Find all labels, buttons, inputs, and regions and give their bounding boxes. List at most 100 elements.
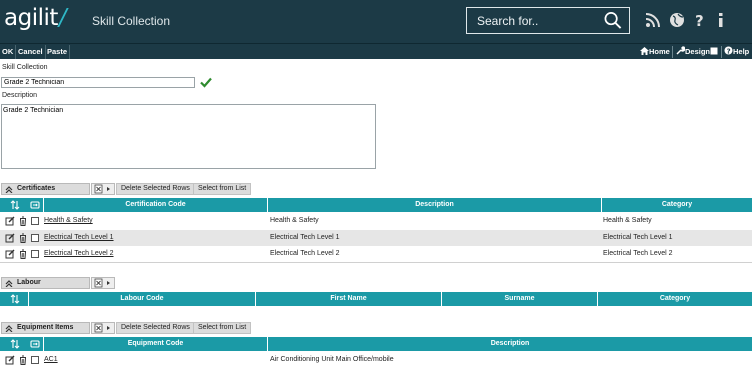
collapse-icon <box>5 280 13 287</box>
help-label: Help <box>733 47 750 56</box>
paste-button[interactable]: Paste <box>45 45 71 59</box>
category-cell: Electrical Tech Level 2 <box>603 250 673 257</box>
table-row[interactable]: Electrical Tech Level 1 Electrical Tech … <box>0 230 752 246</box>
category-cell: Electrical Tech Level 1 <box>603 234 673 241</box>
equipment-table-header: Equipment Code Description <box>0 337 752 351</box>
help-icon: ? <box>724 46 733 55</box>
labour-export-menu[interactable] <box>91 277 115 289</box>
home-icon <box>640 47 649 55</box>
table-row[interactable]: Health & Safety Health & Safety Health &… <box>0 213 752 229</box>
app-header: agilit/ Skill Collection ? <box>0 0 752 43</box>
sort-icon[interactable] <box>10 294 20 304</box>
delete-icon[interactable] <box>18 249 28 259</box>
row-checkbox[interactable] <box>31 356 39 364</box>
description-cell: Electrical Tech Level 2 <box>270 250 340 257</box>
column-header-certification-code[interactable]: Certification Code <box>43 198 267 212</box>
description-cell: Health & Safety <box>270 217 319 224</box>
collapse-icon <box>5 325 13 332</box>
search-box <box>466 7 630 34</box>
sort-icon[interactable] <box>10 339 20 349</box>
description-field[interactable]: Grade 2 Technician <box>1 104 376 169</box>
certification-code-link[interactable]: Electrical Tech Level 1 <box>44 234 114 241</box>
labour-tab[interactable]: Labour <box>1 277 90 289</box>
edit-icon[interactable] <box>5 249 15 259</box>
certificates-delete-selected-button[interactable]: Delete Selected Rows <box>116 183 195 195</box>
checkmark-icon <box>200 77 212 88</box>
wrench-icon <box>676 46 686 55</box>
row-checkbox[interactable] <box>31 250 39 258</box>
design-label: Design <box>685 47 711 56</box>
labour-table-header: Labour Code First Name Surname Category <box>0 292 752 306</box>
delete-icon[interactable] <box>18 355 28 365</box>
collapse-icon <box>5 186 13 193</box>
search-icon[interactable] <box>603 11 623 30</box>
certification-code-cell: Electrical Tech Level 2 <box>44 246 114 262</box>
row-checkbox[interactable] <box>31 234 39 242</box>
cancel-button[interactable]: Cancel <box>16 45 46 59</box>
refresh-icon[interactable] <box>30 200 40 210</box>
excel-icon <box>94 184 110 194</box>
help-button[interactable]: ? Help <box>724 45 749 59</box>
toolbar-divider <box>721 46 722 58</box>
description-cell: Electrical Tech Level 1 <box>270 234 340 241</box>
edit-icon[interactable] <box>5 233 15 243</box>
equipment-items-tab[interactable]: Equipment Items <box>1 322 90 334</box>
delete-icon[interactable] <box>18 216 28 226</box>
delete-icon[interactable] <box>18 233 28 243</box>
refresh-icon[interactable] <box>30 339 40 349</box>
excel-icon <box>94 323 110 333</box>
home-label: Home <box>649 47 670 56</box>
excel-icon <box>94 278 110 288</box>
edit-icon[interactable] <box>5 355 15 365</box>
edit-icon[interactable] <box>5 216 15 226</box>
certificates-table-header: Certification Code Description Category <box>0 198 752 212</box>
description-cell: Air Conditioning Unit Main Office/mobile <box>270 356 394 363</box>
equipment-delete-selected-button[interactable]: Delete Selected Rows <box>116 322 195 334</box>
skill-collection-field[interactable] <box>1 77 195 88</box>
table-row[interactable]: Electrical Tech Level 2 Electrical Tech … <box>0 246 752 262</box>
toolbar: OK Cancel Paste Home Design ? Help <box>0 43 752 59</box>
table-bottom-border <box>0 262 752 263</box>
certificates-tab[interactable]: Certificates <box>1 183 90 195</box>
info-icon[interactable] <box>713 12 729 28</box>
column-header-category[interactable]: Category <box>597 292 752 306</box>
certificates-select-from-list-button[interactable]: Select from List <box>193 183 252 195</box>
column-header-first-name[interactable]: First Name <box>255 292 441 306</box>
question-icon[interactable]: ? <box>692 12 708 28</box>
svg-text:?: ? <box>727 47 731 55</box>
ok-button[interactable]: OK <box>0 45 17 59</box>
certification-code-link[interactable]: Electrical Tech Level 2 <box>44 250 114 257</box>
equipment-export-menu[interactable] <box>91 322 115 334</box>
design-toggle-icon <box>710 47 718 55</box>
column-header-category[interactable]: Category <box>601 198 752 212</box>
certification-code-cell: Health & Safety <box>44 213 93 229</box>
equipment-items-title: Equipment Items <box>17 324 74 331</box>
certificates-export-menu[interactable] <box>91 183 115 195</box>
column-header-description[interactable]: Description <box>267 198 601 212</box>
page-title: Skill Collection <box>92 14 171 28</box>
certification-code-link[interactable]: Health & Safety <box>44 217 93 224</box>
design-button[interactable]: Design <box>676 45 718 59</box>
certification-code-cell: Electrical Tech Level 1 <box>44 230 114 246</box>
certificates-title: Certificates <box>17 185 56 192</box>
agilit-logo[interactable]: agilit/ <box>4 5 67 31</box>
equipment-code-cell: AC1 <box>44 352 58 368</box>
rss-icon[interactable] <box>645 12 661 28</box>
column-header-description[interactable]: Description <box>267 337 752 351</box>
equipment-code-link[interactable]: AC1 <box>44 356 58 363</box>
row-checkbox[interactable] <box>31 217 39 225</box>
logo-text: agilit <box>4 5 58 31</box>
equipment-select-from-list-button[interactable]: Select from List <box>193 322 252 334</box>
table-row[interactable]: AC1 Air Conditioning Unit Main Office/mo… <box>0 352 752 368</box>
column-header-labour-code[interactable]: Labour Code <box>28 292 255 306</box>
logo-slash: / <box>58 5 67 31</box>
search-input[interactable] <box>467 8 601 33</box>
column-header-surname[interactable]: Surname <box>441 292 597 306</box>
description-label: Description <box>2 92 38 99</box>
svg-text:?: ? <box>695 12 704 28</box>
labour-title: Labour <box>17 279 41 286</box>
globe-icon[interactable] <box>669 12 685 28</box>
sort-icon[interactable] <box>10 200 20 210</box>
home-button[interactable]: Home <box>640 45 670 59</box>
column-header-equipment-code[interactable]: Equipment Code <box>43 337 267 351</box>
